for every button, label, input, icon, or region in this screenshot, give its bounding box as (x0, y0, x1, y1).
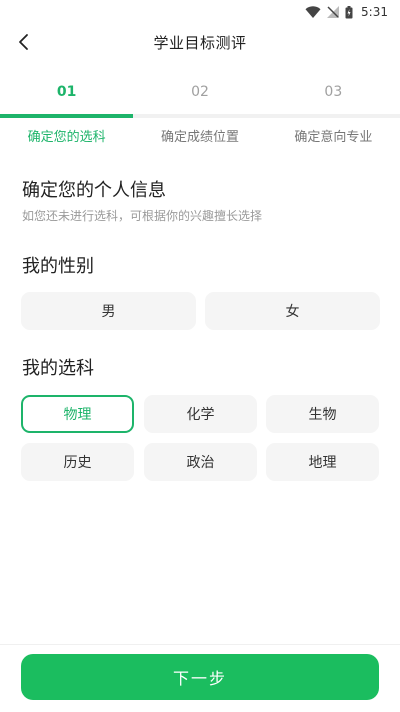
footer-divider (0, 644, 400, 645)
gender-title: 我的性别 (22, 256, 94, 277)
status-time: 5:31 (361, 5, 388, 19)
step-label-intended-major: 确定意向专业 (294, 130, 373, 145)
info-title: 确定您的个人信息 (22, 180, 166, 201)
battery-icon (345, 5, 353, 18)
step-2[interactable]: 02 (133, 76, 266, 108)
signal-icon (327, 6, 340, 18)
progress-fill (0, 114, 134, 118)
step-3[interactable]: 03 (267, 76, 400, 108)
step-labels: 确定您的选科 确定成绩位置 确定意向专业 (0, 126, 400, 150)
screen: 5:31 学业目标测评 01 02 03 确定您的选科 确定成绩位置 确定意向专… (0, 0, 400, 712)
status-bar: 5:31 (0, 0, 400, 24)
subject-option-history[interactable]: 历史 (21, 443, 134, 481)
step-label-score-position: 确定成绩位置 (160, 130, 239, 145)
subject-option-biology[interactable]: 生物 (266, 395, 379, 433)
subject-option-geography[interactable]: 地理 (266, 443, 379, 481)
subjects-title: 我的选科 (22, 358, 94, 379)
next-step-button[interactable]: 下一步 (21, 654, 379, 700)
app-bar: 学业目标测评 (0, 24, 400, 60)
chevron-left-icon (19, 34, 28, 50)
subject-option-chemistry[interactable]: 化学 (144, 395, 257, 433)
subject-option-politics[interactable]: 政治 (144, 443, 257, 481)
info-subtitle: 如您还未进行选科，可根据你的兴趣擅长选择 (22, 209, 263, 223)
page-title: 学业目标测评 (153, 33, 247, 52)
step-indicator: 01 02 03 (0, 76, 400, 108)
wifi-icon (305, 6, 321, 18)
progress-track (0, 114, 400, 118)
step-label-choose-subjects: 确定您的选科 (27, 130, 106, 145)
subject-option-physics[interactable]: 物理 (21, 395, 134, 433)
step-1[interactable]: 01 (0, 76, 133, 108)
back-button[interactable] (8, 26, 40, 58)
gender-option-female[interactable]: 女 (205, 292, 380, 330)
gender-option-male[interactable]: 男 (21, 292, 196, 330)
